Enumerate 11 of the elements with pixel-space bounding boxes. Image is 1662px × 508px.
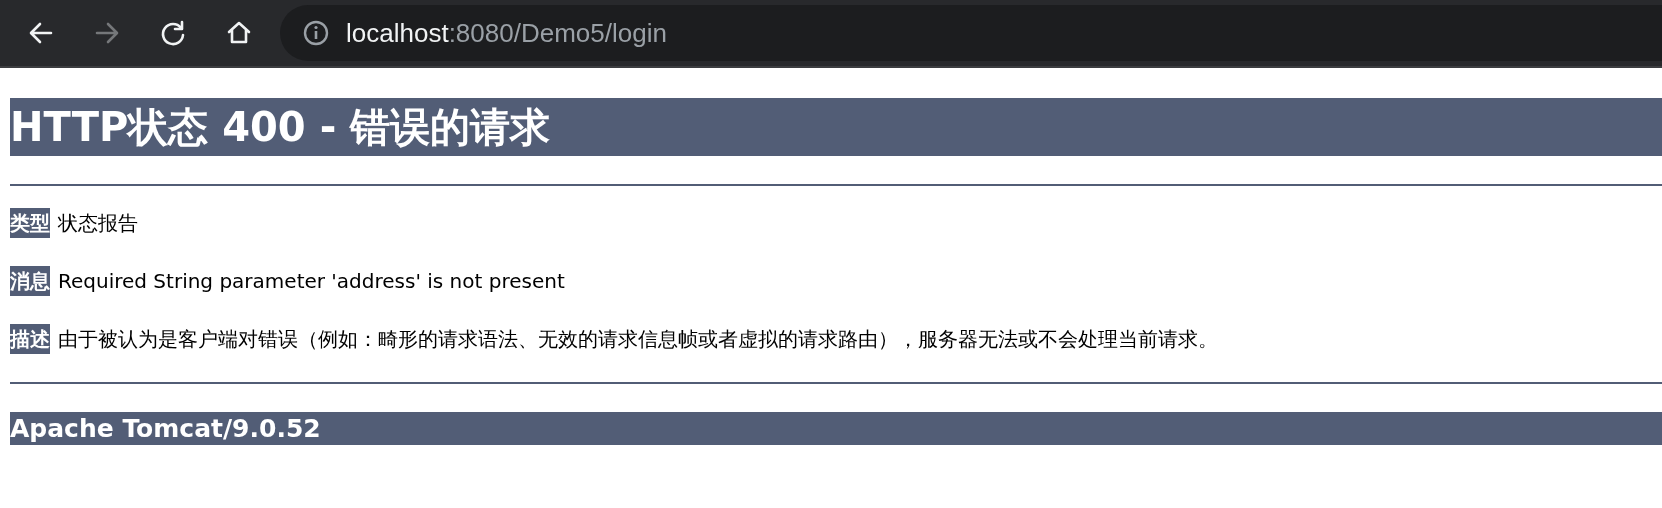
field-value: Required String parameter 'address' is not present xyxy=(58,268,565,295)
page-heading: HTTP状态 400 - 错误的请求 xyxy=(10,98,1662,156)
info-icon[interactable] xyxy=(302,19,330,47)
reload-icon xyxy=(159,19,187,47)
url-text[interactable]: localhost:8080/Demo5/login xyxy=(346,13,667,53)
server-version: Apache Tomcat/9.0.52 xyxy=(10,412,1662,445)
field-value: 由于被认为是客户端对错误（例如：畸形的请求语法、无效的请求信息帧或者虚拟的请求路由），服务器无法或不会处理当前请求。 xyxy=(58,326,1218,353)
field-label: 类型 xyxy=(10,208,50,238)
field-label: 消息 xyxy=(10,266,50,296)
field-value: 状态报告 xyxy=(58,210,138,237)
field-label: 描述 xyxy=(10,324,50,354)
